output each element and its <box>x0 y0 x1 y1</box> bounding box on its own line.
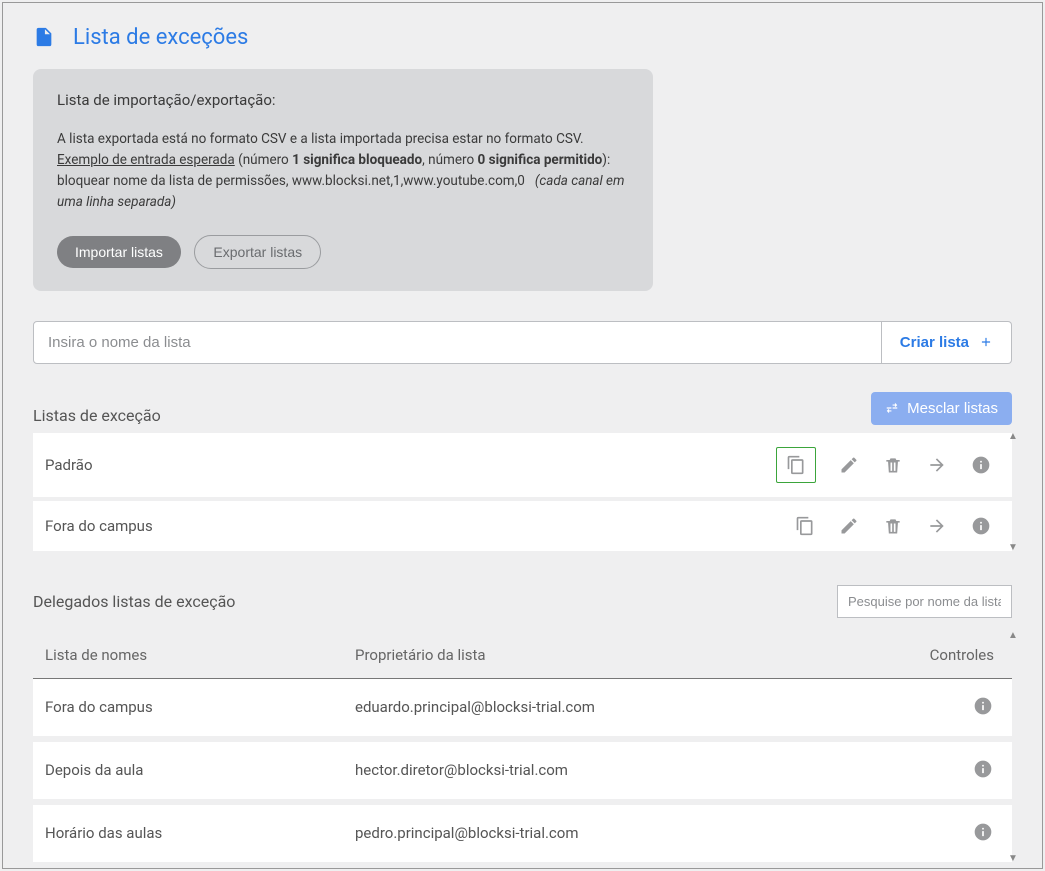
plus-icon <box>979 335 993 349</box>
delegated-table: ▲ Lista de nomes Proprietário da lista C… <box>33 632 1012 862</box>
create-list-label: Criar lista <box>900 334 969 351</box>
info-icon <box>973 759 993 779</box>
merge-lists-button[interactable]: Mesclar listas <box>871 392 1012 425</box>
arrow-right-icon <box>927 516 947 536</box>
info-button[interactable] <box>970 515 992 537</box>
page-title: Lista de exceções <box>33 23 1012 51</box>
import-panel-desc1: A lista exportada está no formato CSV e … <box>57 129 629 150</box>
pencil-icon <box>839 455 859 475</box>
go-button[interactable] <box>926 515 948 537</box>
copy-icon <box>786 455 806 475</box>
trash-icon <box>883 455 903 475</box>
file-icon <box>33 23 55 51</box>
copy-button[interactable] <box>776 447 816 483</box>
delegated-owner: pedro.principal@blocksi-trial.com <box>355 824 910 842</box>
create-list-row: Criar lista <box>33 321 1012 364</box>
edit-button[interactable] <box>838 454 860 476</box>
create-list-button[interactable]: Criar lista <box>882 321 1012 364</box>
merge-lists-label: Mesclar listas <box>907 400 998 417</box>
delegated-owner: eduardo.principal@blocksi-trial.com <box>355 698 910 716</box>
pencil-icon <box>839 516 859 536</box>
delegated-name: Horário das aulas <box>45 824 355 842</box>
export-button[interactable]: Exportar listas <box>194 235 321 269</box>
copy-icon <box>795 516 815 536</box>
go-button[interactable] <box>926 454 948 476</box>
delegated-name: Fora do campus <box>45 698 355 716</box>
delegated-name: Depois da aula <box>45 761 355 779</box>
delete-button[interactable] <box>882 515 904 537</box>
trash-icon <box>883 516 903 536</box>
list-row: Fora do campus <box>33 501 1012 551</box>
scroll-up-icon[interactable]: ▲ <box>1008 431 1018 442</box>
scroll-up-icon[interactable]: ▲ <box>1008 630 1018 641</box>
import-panel-heading: Lista de importação/exportação: <box>57 91 629 109</box>
info-icon <box>971 455 991 475</box>
delegated-owner: hector.diretor@blocksi-trial.com <box>355 761 910 779</box>
table-row: Fora do campus eduardo.principal@blocksi… <box>33 679 1012 736</box>
import-export-panel: Lista de importação/exportação: A lista … <box>33 69 653 291</box>
edit-button[interactable] <box>838 515 860 537</box>
col-header-controls: Controles <box>910 646 1000 664</box>
scroll-down-icon[interactable]: ▼ <box>1008 853 1018 864</box>
info-button[interactable] <box>970 454 992 476</box>
info-button[interactable] <box>972 821 994 843</box>
info-icon <box>973 696 993 716</box>
list-name-input[interactable] <box>33 321 882 364</box>
merge-icon <box>885 401 899 415</box>
info-button[interactable] <box>972 758 994 780</box>
exception-lists: ▲ Padrão Fora do campus ▼ <box>33 433 1012 551</box>
import-panel-desc2: Exemplo de entrada esperada (número 1 si… <box>57 150 629 171</box>
list-name: Fora do campus <box>45 517 794 535</box>
list-row: Padrão <box>33 433 1012 497</box>
import-panel-desc3: bloquear nome da lista de permissões, ww… <box>57 171 629 213</box>
table-row: Horário das aulas pedro.principal@blocks… <box>33 805 1012 862</box>
col-header-name: Lista de nomes <box>45 646 355 664</box>
delegated-title: Delegados listas de exceção <box>33 592 235 611</box>
col-header-owner: Proprietário da lista <box>355 646 910 664</box>
delete-button[interactable] <box>882 454 904 476</box>
exception-lists-title: Listas de exceção <box>33 406 161 425</box>
page-title-text: Lista de exceções <box>73 25 248 50</box>
copy-button[interactable] <box>794 515 816 537</box>
delegated-search-input[interactable] <box>837 585 1012 618</box>
table-row: Depois da aula hector.diretor@blocksi-tr… <box>33 742 1012 799</box>
arrow-right-icon <box>927 455 947 475</box>
scroll-down-icon[interactable]: ▼ <box>1008 542 1018 553</box>
import-button[interactable]: Importar listas <box>57 236 181 268</box>
info-icon <box>973 822 993 842</box>
info-icon <box>971 516 991 536</box>
info-button[interactable] <box>972 695 994 717</box>
list-name: Padrão <box>45 456 776 474</box>
example-link[interactable]: Exemplo de entrada esperada <box>57 152 235 168</box>
table-header: Lista de nomes Proprietário da lista Con… <box>33 632 1012 679</box>
